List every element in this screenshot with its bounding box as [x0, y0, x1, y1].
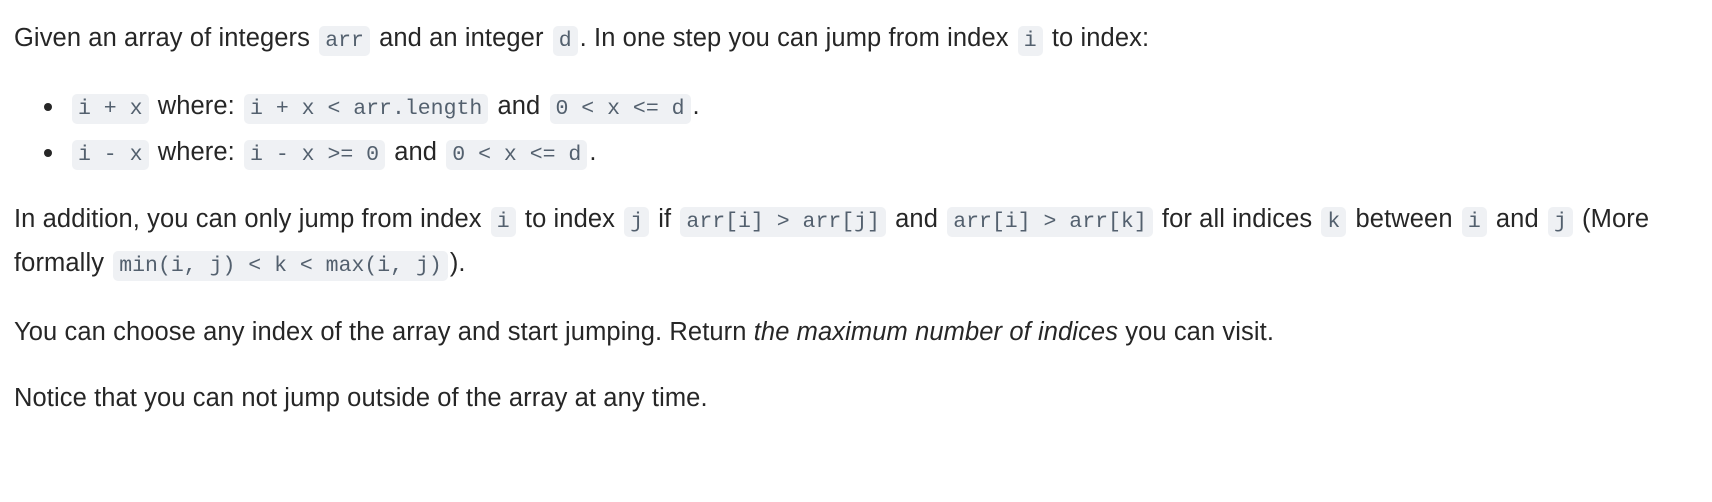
code-compare-ij: arr[i] > arr[j] — [680, 207, 886, 237]
bullet-0-code-3: 0 < x <= d — [549, 94, 691, 124]
condition-text-5: for all indices — [1154, 205, 1320, 233]
bullet-1-code-2: i - x >= 0 — [244, 140, 386, 170]
condition-text-9: ). — [449, 249, 466, 277]
bullet-1-code-1: i - x — [72, 140, 149, 170]
notice-paragraph: Notice that you can not jump outside of … — [14, 384, 708, 412]
condition-paragraph: In addition, you can only jump from inde… — [14, 199, 1694, 287]
bullet-dot-icon — [44, 149, 52, 157]
intro-text-2: and an integer — [371, 24, 551, 52]
condition-text-7: and — [1488, 205, 1546, 233]
code-j: j — [624, 207, 650, 237]
condition-text-2: to index — [517, 205, 623, 233]
code-arr: arr — [319, 26, 370, 56]
jump-rules-list: i + x where: i + x < arr.length and 0 < … — [14, 86, 1694, 175]
code-i: i — [1017, 26, 1043, 56]
condition-text-1: In addition, you can only jump from inde… — [14, 205, 489, 233]
code-i: i — [490, 207, 516, 237]
code-d: d — [552, 26, 578, 56]
bullet-0-text-2: and — [490, 92, 548, 120]
bullet-0-tail: . — [692, 92, 700, 120]
intro-text-4: to index: — [1044, 24, 1150, 52]
goal-text-2: you can visit. — [1118, 318, 1275, 346]
goal-text-1: You can choose any index of the array an… — [14, 318, 754, 346]
goal-emphasis: the maximum number of indices — [753, 318, 1119, 346]
condition-text-6: between — [1348, 205, 1460, 233]
problem-description: Given an array of integers arr and an in… — [0, 0, 1712, 419]
code-i-2: i — [1461, 207, 1487, 237]
condition-text-4: and — [887, 205, 946, 233]
bullet-0-text-1: where: — [150, 92, 243, 120]
bullet-0-code-2: i + x < arr.length — [244, 94, 489, 124]
goal-paragraph: You can choose any index of the array an… — [14, 312, 1694, 353]
condition-text-3: if — [651, 205, 679, 233]
code-j-2: j — [1547, 207, 1573, 237]
bullet-dot-icon — [44, 103, 52, 111]
intro-text-1: Given an array of integers — [14, 24, 318, 52]
list-item: i + x where: i + x < arr.length and 0 < … — [44, 86, 1694, 129]
code-formal-range: min(i, j) < k < max(i, j) — [113, 251, 448, 281]
bullet-0-code-1: i + x — [72, 94, 149, 124]
code-k: k — [1321, 207, 1347, 237]
bullet-1-tail: . — [589, 138, 597, 166]
intro-paragraph: Given an array of integers arr and an in… — [14, 18, 1694, 62]
code-compare-ik: arr[i] > arr[k] — [947, 207, 1153, 237]
list-item: i - x where: i - x >= 0 and 0 < x <= d. — [44, 132, 1694, 175]
intro-text-3: . In one step you can jump from index — [579, 24, 1016, 52]
bullet-1-code-3: 0 < x <= d — [446, 140, 588, 170]
bullet-1-text-1: where: — [150, 138, 243, 166]
bullet-1-text-2: and — [387, 138, 445, 166]
